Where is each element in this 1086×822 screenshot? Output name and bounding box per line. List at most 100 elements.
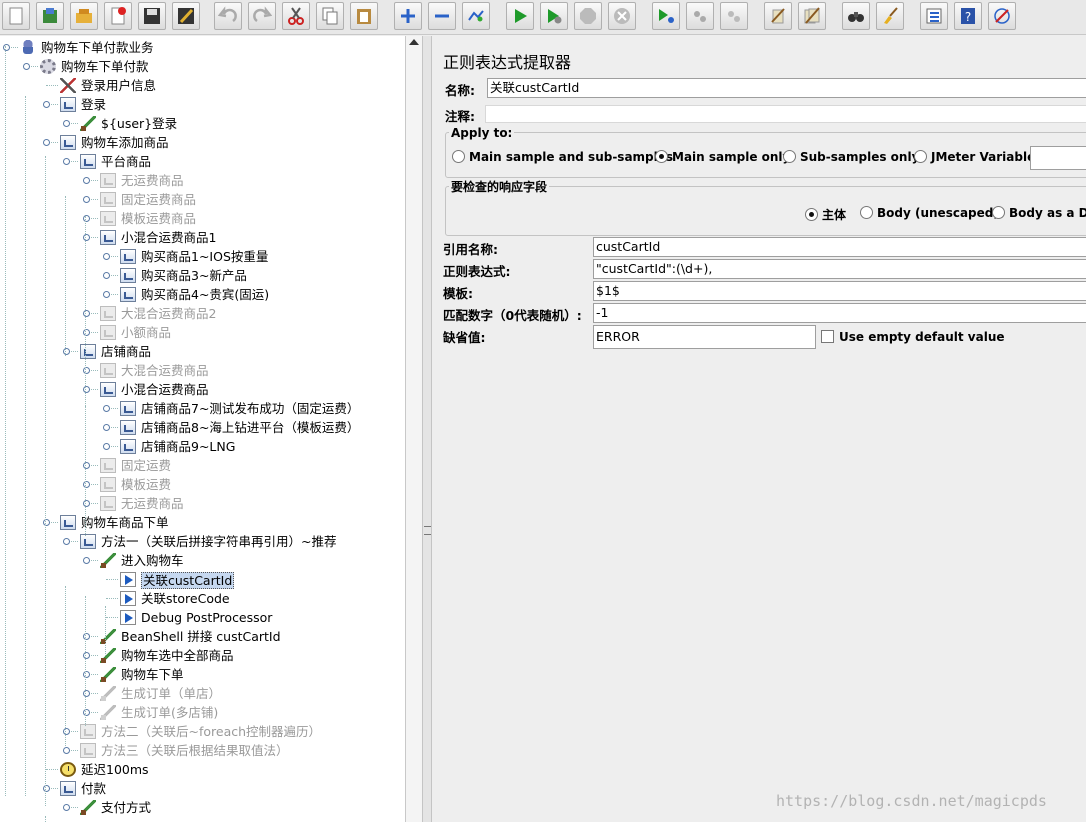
radio-body-dot[interactable] — [805, 208, 818, 221]
radio-sub-only[interactable]: Sub-samples only — [783, 150, 919, 164]
match-no-field[interactable]: -1 — [593, 303, 1086, 323]
tree-node[interactable]: 支付方式 — [0, 798, 405, 817]
tree-node[interactable]: 方法二（关联后~foreach控制器遍历） — [0, 722, 405, 741]
tree-node[interactable]: 购物车下单付款 — [0, 57, 405, 76]
tree-toggle-icon[interactable] — [103, 405, 110, 412]
tree-node[interactable]: 生成订单(多店铺) — [0, 703, 405, 722]
stop-icon[interactable] — [574, 2, 602, 30]
tree-node[interactable]: 模板运费 — [0, 475, 405, 494]
tree-node[interactable]: 固定运费商品 — [0, 190, 405, 209]
tree-toggle-icon[interactable] — [63, 538, 70, 545]
radio-body-as-doc[interactable]: Body as a Doc — [992, 206, 1086, 220]
tree-node[interactable]: 店铺商品7~测试发布成功（固定运费） — [0, 399, 405, 418]
start-icon[interactable] — [506, 2, 534, 30]
split-pane-divider[interactable] — [422, 36, 432, 822]
log-viewer-icon[interactable] — [988, 2, 1016, 30]
open-icon[interactable] — [70, 2, 98, 30]
tree-node[interactable]: 购物车选中全部商品 — [0, 646, 405, 665]
tree-node[interactable]: 登录用户信息 — [0, 76, 405, 95]
tree-node[interactable]: 店铺商品9~LNG — [0, 437, 405, 456]
close-file-icon[interactable] — [104, 2, 132, 30]
tree-toggle-icon[interactable] — [83, 557, 90, 564]
tree-node[interactable]: 购物车下单付款业务 — [0, 38, 405, 57]
tree-node[interactable]: 购买商品3~新产品 — [0, 266, 405, 285]
tree-node[interactable]: BeanShell 拼接 custCartId — [0, 627, 405, 646]
clear-all-icon[interactable] — [798, 2, 826, 30]
radio-body[interactable]: 主体 — [805, 206, 846, 223]
tree-node[interactable]: 大混合运费商品 — [0, 361, 405, 380]
tree-node[interactable]: 方法一（关联后拼接字符串再引用）~推荐 — [0, 532, 405, 551]
tree-node[interactable]: 购物车商品下单 — [0, 513, 405, 532]
tree-node[interactable]: 方法三（关联后根据结果取值法） — [0, 741, 405, 760]
tree-node[interactable]: 购物车下单 — [0, 665, 405, 684]
expand-all-icon[interactable] — [394, 2, 422, 30]
tree-scrollbar[interactable] — [405, 36, 422, 822]
tree-node[interactable]: 固定运费 — [0, 456, 405, 475]
paste-icon[interactable] — [350, 2, 378, 30]
tree-toggle-icon[interactable] — [43, 101, 50, 108]
tree-toggle-icon[interactable] — [103, 291, 110, 298]
cut-icon[interactable] — [282, 2, 310, 30]
tree-toggle-icon[interactable] — [103, 253, 110, 260]
tree-node[interactable]: 关联storeCode — [0, 589, 405, 608]
tree-toggle-icon[interactable] — [23, 63, 30, 70]
shutdown-icon[interactable] — [608, 2, 636, 30]
search-icon[interactable] — [842, 2, 870, 30]
tree-node[interactable]: 登录 — [0, 95, 405, 114]
name-field[interactable]: 关联custCartId — [487, 78, 1086, 98]
clear-icon[interactable] — [764, 2, 792, 30]
tree-node[interactable]: 模板运费商品 — [0, 209, 405, 228]
tree-toggle-icon[interactable] — [43, 139, 50, 146]
start-no-pauses-icon[interactable] — [540, 2, 568, 30]
radio-main-and-sub-dot[interactable] — [452, 150, 465, 163]
comment-field[interactable] — [485, 105, 1086, 123]
tree-toggle-icon[interactable] — [63, 804, 70, 811]
test-plan-tree[interactable]: 购物车下单付款业务 购物车下单付款 登录用户信息 登录 ${user}登录 购物车添加商品… — [0, 36, 405, 822]
regex-field[interactable]: "custCartId":(\d+), — [593, 259, 1086, 279]
toggle-icon[interactable] — [462, 2, 490, 30]
redo-icon[interactable] — [248, 2, 276, 30]
template-field[interactable]: $1$ — [593, 281, 1086, 301]
radio-jmeter-variable[interactable]: JMeter Variable — [914, 150, 1035, 164]
tree-node[interactable]: 无运费商品 — [0, 171, 405, 190]
radio-sub-only-dot[interactable] — [783, 150, 796, 163]
radio-main-only[interactable]: Main sample only — [655, 150, 790, 164]
remote-start-icon[interactable] — [652, 2, 680, 30]
tree-node[interactable]: 购买商品4~贵宾(固运) — [0, 285, 405, 304]
radio-main-and-sub[interactable]: Main sample and sub-samples — [452, 150, 673, 164]
radio-body-as-doc-dot[interactable] — [992, 206, 1005, 219]
tree-toggle-icon[interactable] — [63, 747, 70, 754]
remote-shutdown-icon[interactable] — [720, 2, 748, 30]
radio-body-unescaped-dot[interactable] — [860, 206, 873, 219]
function-helper-icon[interactable] — [920, 2, 948, 30]
use-empty-default-box[interactable] — [821, 330, 834, 343]
remote-stop-icon[interactable] — [686, 2, 714, 30]
undo-icon[interactable] — [214, 2, 242, 30]
radio-body-unescaped[interactable]: Body (unescaped) — [860, 206, 999, 220]
tree-node[interactable]: 生成订单（单店） — [0, 684, 405, 703]
tree-node[interactable]: ${user}登录 — [0, 114, 405, 133]
save-as-icon[interactable] — [172, 2, 200, 30]
tree-node[interactable]: 延迟100ms — [0, 760, 405, 779]
tree-node[interactable]: 关联custCartId — [0, 570, 405, 589]
default-value-field[interactable]: ERROR — [593, 325, 816, 349]
tree-toggle-icon[interactable] — [103, 272, 110, 279]
ref-name-field[interactable]: custCartId — [593, 237, 1086, 257]
tree-toggle-icon[interactable] — [103, 424, 110, 431]
radio-main-only-dot[interactable] — [655, 150, 668, 163]
tree-node[interactable]: 购物车添加商品 — [0, 133, 405, 152]
tree-node[interactable]: 付款 — [0, 779, 405, 798]
tree-node[interactable]: 小额商品 — [0, 323, 405, 342]
tree-toggle-icon[interactable] — [83, 177, 90, 184]
tree-node[interactable]: 小混合运费商品1 — [0, 228, 405, 247]
tree-node[interactable]: 店铺商品8~海上钻进平台（模板运费） — [0, 418, 405, 437]
tree-toggle-icon[interactable] — [63, 120, 70, 127]
tree-node[interactable]: 小混合运费商品 — [0, 380, 405, 399]
tree-node[interactable]: 进入购物车 — [0, 551, 405, 570]
tree-node[interactable]: 店铺商品 — [0, 342, 405, 361]
use-empty-default-checkbox[interactable]: Use empty default value — [821, 330, 1005, 344]
tree-toggle-icon[interactable] — [103, 443, 110, 450]
tree-node[interactable]: Debug PostProcessor — [0, 608, 405, 627]
scroll-up-icon[interactable] — [409, 39, 419, 45]
help-icon[interactable]: ? — [954, 2, 982, 30]
